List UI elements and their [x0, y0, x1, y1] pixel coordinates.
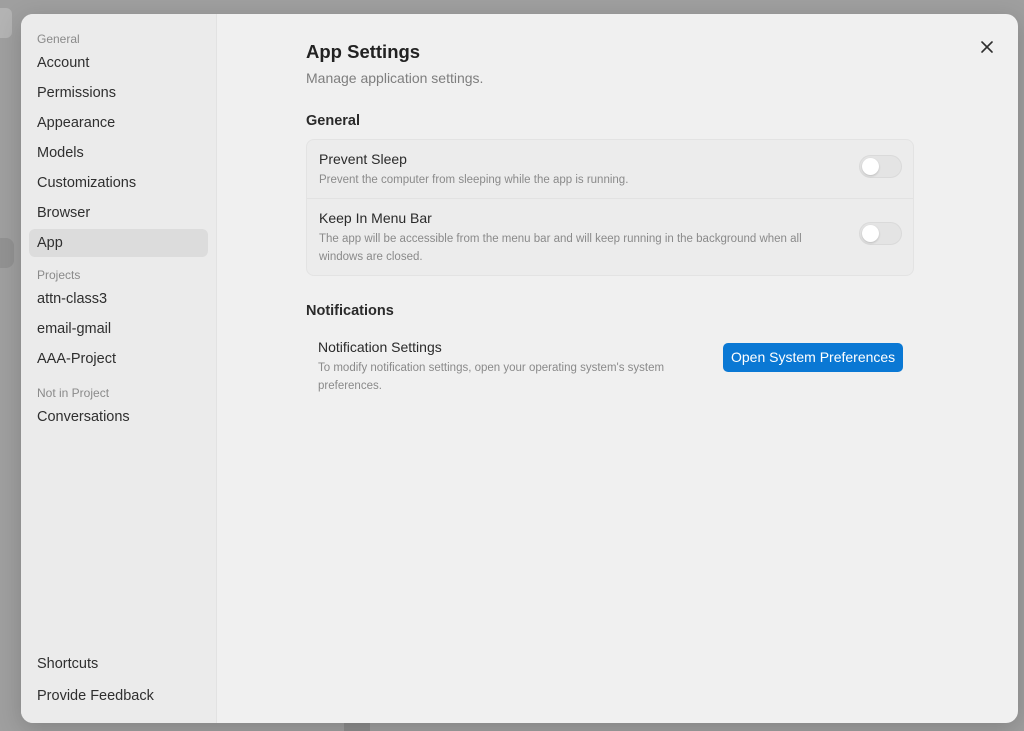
- setting-row-notification-settings: Notification Settings To modify notifica…: [306, 338, 914, 395]
- sidebar-item-project[interactable]: email-gmail: [29, 315, 208, 343]
- page-title: App Settings: [306, 41, 421, 62]
- setting-description: The app will be accessible from the menu…: [319, 233, 802, 263]
- background-nav-pill: [0, 238, 14, 268]
- section-heading-notifications: Notifications: [306, 303, 394, 319]
- sidebar-item-permissions[interactable]: Permissions: [29, 79, 208, 107]
- sidebar-item-account[interactable]: Account: [29, 49, 208, 77]
- background-panel: [0, 8, 12, 38]
- sidebar-section-label: Projects: [37, 268, 81, 282]
- setting-description: To modify notification settings, open yo…: [318, 362, 665, 392]
- settings-content: App Settings Manage application settings…: [217, 14, 1018, 723]
- sidebar-item-app[interactable]: App: [29, 229, 208, 257]
- setting-title: Keep In Menu Bar: [319, 210, 432, 226]
- close-button[interactable]: [976, 36, 998, 58]
- sidebar-item-conversations[interactable]: Conversations: [29, 403, 208, 431]
- sidebar-item-project[interactable]: AAA-Project: [29, 345, 208, 373]
- open-system-preferences-button[interactable]: Open System Preferences: [723, 343, 904, 372]
- general-settings-card: Prevent Sleep Prevent the computer from …: [306, 139, 914, 276]
- sidebar-section-label: Not in Project: [37, 386, 110, 400]
- toggle-knob: [862, 158, 879, 175]
- background-tab: [344, 723, 370, 731]
- prevent-sleep-toggle[interactable]: [859, 155, 902, 178]
- close-icon: [981, 41, 993, 53]
- settings-sidebar: General Account Permissions Appearance M…: [21, 14, 217, 723]
- sidebar-item-feedback[interactable]: Provide Feedback: [29, 682, 208, 710]
- keep-in-menu-bar-toggle[interactable]: [859, 222, 902, 245]
- sidebar-section-label: General: [37, 32, 80, 46]
- page-subtitle: Manage application settings.: [306, 70, 484, 86]
- setting-title: Prevent Sleep: [319, 151, 407, 167]
- setting-description: Prevent the computer from sleeping while…: [319, 174, 629, 186]
- settings-dialog: General Account Permissions Appearance M…: [21, 14, 1018, 723]
- section-heading-general: General: [306, 113, 360, 129]
- sidebar-item-project[interactable]: attn-class3: [29, 285, 208, 313]
- sidebar-item-models[interactable]: Models: [29, 139, 208, 167]
- setting-row-keep-in-menu-bar: Keep In Menu Bar The app will be accessi…: [307, 198, 913, 275]
- sidebar-item-shortcuts[interactable]: Shortcuts: [29, 650, 208, 678]
- toggle-knob: [862, 225, 879, 242]
- sidebar-item-browser[interactable]: Browser: [29, 199, 208, 227]
- setting-row-prevent-sleep: Prevent Sleep Prevent the computer from …: [307, 140, 913, 198]
- sidebar-footer: Shortcuts Provide Feedback: [21, 646, 216, 712]
- sidebar-item-customizations[interactable]: Customizations: [29, 169, 208, 197]
- sidebar-item-appearance[interactable]: Appearance: [29, 109, 208, 137]
